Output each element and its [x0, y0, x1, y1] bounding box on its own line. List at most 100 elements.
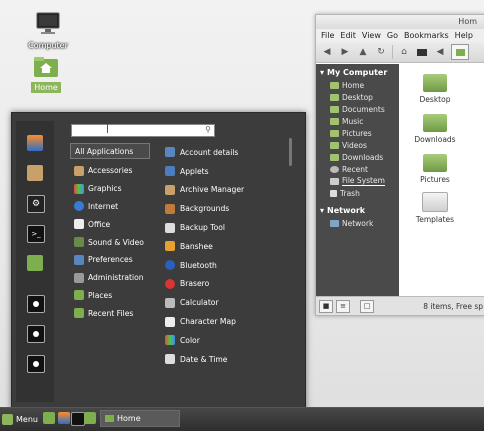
sidebar-item-downloads[interactable]: Downloads: [316, 151, 399, 163]
home-path-button[interactable]: [451, 44, 469, 60]
category-label: Preferences: [88, 255, 133, 265]
app-label: Bluetooth: [180, 260, 217, 270]
terminal-icon[interactable]: >_: [27, 225, 45, 243]
sidebar-item-home[interactable]: Home: [316, 79, 399, 91]
terminal-launcher-icon[interactable]: [71, 412, 85, 426]
folder-icon: [423, 74, 447, 92]
category-administration[interactable]: Administration: [70, 269, 150, 287]
sidebar-item-label: File System: [342, 176, 385, 186]
folder-desktop[interactable]: Desktop: [407, 74, 463, 104]
firefox-icon[interactable]: [27, 135, 43, 151]
menu-help[interactable]: Help: [455, 31, 473, 40]
up-icon[interactable]: ▲: [356, 45, 370, 59]
app-color[interactable]: Color: [165, 331, 290, 350]
taskbar-item-home[interactable]: Home: [100, 410, 180, 427]
category-sound-video[interactable]: Sound & Video: [70, 233, 150, 251]
office-icon: [74, 219, 84, 230]
forward-icon[interactable]: ▶: [338, 45, 352, 59]
toolbar-separator: [392, 45, 393, 59]
category-recent-files[interactable]: Recent Files: [70, 304, 150, 322]
settings-icon[interactable]: ⚙: [27, 195, 45, 213]
category-accessories[interactable]: Accessories: [70, 162, 150, 180]
sidebar-item-trash[interactable]: Trash: [316, 187, 399, 199]
pictures-folder-icon: [423, 154, 447, 172]
file-view: Desktop Downloads Pictures Templates: [399, 64, 484, 297]
app-bluetooth[interactable]: Bluetooth: [165, 256, 290, 275]
scrollbar[interactable]: [289, 138, 292, 166]
mouse-cursor: [107, 124, 108, 133]
app-backup-tool[interactable]: Backup Tool: [165, 218, 290, 237]
menu-button[interactable]: Menu: [2, 411, 38, 427]
sidebar-item-music[interactable]: Music: [316, 115, 399, 127]
lock-screen-icon[interactable]: [27, 295, 45, 313]
reload-icon[interactable]: ↻: [374, 45, 388, 59]
category-graphics[interactable]: Graphics: [70, 180, 150, 198]
brasero-icon: [165, 278, 175, 289]
sidebar-item-label: Home: [342, 80, 365, 90]
menu-bookmarks[interactable]: Bookmarks: [404, 31, 449, 40]
sidebar-item-network[interactable]: Network: [316, 217, 399, 229]
app-applets[interactable]: Applets: [165, 162, 290, 181]
files-launcher-icon[interactable]: [84, 412, 96, 424]
app-calculator[interactable]: Calculator: [165, 293, 290, 312]
app-account-details[interactable]: Account details: [165, 143, 290, 162]
menu-edit[interactable]: Edit: [340, 31, 356, 40]
app-archive-manager[interactable]: Archive Manager: [165, 181, 290, 200]
tree-toggle-icon[interactable]: ≡: [336, 299, 350, 313]
category-label: Sound & Video: [88, 237, 144, 247]
category-preferences[interactable]: Preferences: [70, 251, 150, 269]
pictures-folder-icon: [330, 129, 339, 137]
category-office[interactable]: Office: [70, 215, 150, 233]
sidebar-item-file-system[interactable]: File System: [316, 175, 399, 187]
sidebar-item-pictures[interactable]: Pictures: [316, 127, 399, 139]
sidebar-heading-my-computer[interactable]: ▾ My Computer: [316, 64, 399, 79]
bottom-panel: Menu Home: [0, 407, 484, 431]
search-input[interactable]: ⚲: [71, 124, 215, 137]
mint-logo-icon: [2, 413, 13, 425]
app-label: Applets: [180, 166, 209, 176]
folder-label: Desktop: [419, 95, 451, 104]
sidebar-heading-label: My Computer: [327, 68, 388, 77]
category-label: Internet: [88, 201, 119, 211]
home-icon[interactable]: ⌂: [397, 45, 411, 59]
app-character-map[interactable]: Character Map: [165, 312, 290, 331]
sidebar-item-label: Recent: [342, 164, 368, 174]
desktop-icon-home[interactable]: Home: [21, 56, 71, 93]
backgrounds-icon: [165, 203, 175, 214]
category-all-applications[interactable]: All Applications: [70, 143, 150, 159]
category-internet[interactable]: Internet: [70, 198, 150, 216]
menu-go[interactable]: Go: [387, 31, 398, 40]
sidebar-heading-network[interactable]: ▾ Network: [316, 202, 399, 217]
menu-file[interactable]: File: [321, 31, 334, 40]
show-desktop-icon[interactable]: [43, 412, 55, 424]
category-label: Graphics: [88, 184, 122, 194]
desktop-icon-computer[interactable]: Computer: [23, 12, 73, 51]
folder-templates[interactable]: Templates: [407, 192, 463, 224]
computer-icon[interactable]: [415, 45, 429, 59]
folder-pictures[interactable]: Pictures: [407, 154, 463, 184]
places-toggle-icon[interactable]: ■: [319, 299, 333, 313]
firefox-launcher-icon[interactable]: [58, 412, 70, 424]
sidebar-item-recent[interactable]: Recent: [316, 163, 399, 175]
logout-icon[interactable]: [27, 325, 45, 343]
folder-icon[interactable]: [27, 255, 43, 271]
file-manager-window: Hom File Edit View Go Bookmarks Help ◀ ▶…: [315, 14, 484, 316]
category-places[interactable]: Places: [70, 287, 150, 305]
app-date-time[interactable]: Date & Time: [165, 350, 290, 369]
archive-manager-icon: [165, 184, 175, 195]
app-brasero[interactable]: Brasero: [165, 275, 290, 294]
sidebar-item-documents[interactable]: Documents: [316, 103, 399, 115]
sidebar-item-desktop[interactable]: Desktop: [316, 91, 399, 103]
app-backgrounds[interactable]: Backgrounds: [165, 199, 290, 218]
chevron-left-icon[interactable]: ◀: [433, 45, 447, 59]
sidebar-item-label: Videos: [342, 140, 367, 150]
terminal-toggle-icon[interactable]: □: [360, 299, 374, 313]
folder-downloads[interactable]: Downloads: [407, 114, 463, 144]
shutdown-icon[interactable]: [27, 355, 45, 373]
applets-icon: [165, 166, 175, 177]
back-icon[interactable]: ◀: [320, 45, 334, 59]
app-banshee[interactable]: Banshee: [165, 237, 290, 256]
menu-view[interactable]: View: [362, 31, 381, 40]
sidebar-item-videos[interactable]: Videos: [316, 139, 399, 151]
software-manager-icon[interactable]: [27, 165, 43, 181]
